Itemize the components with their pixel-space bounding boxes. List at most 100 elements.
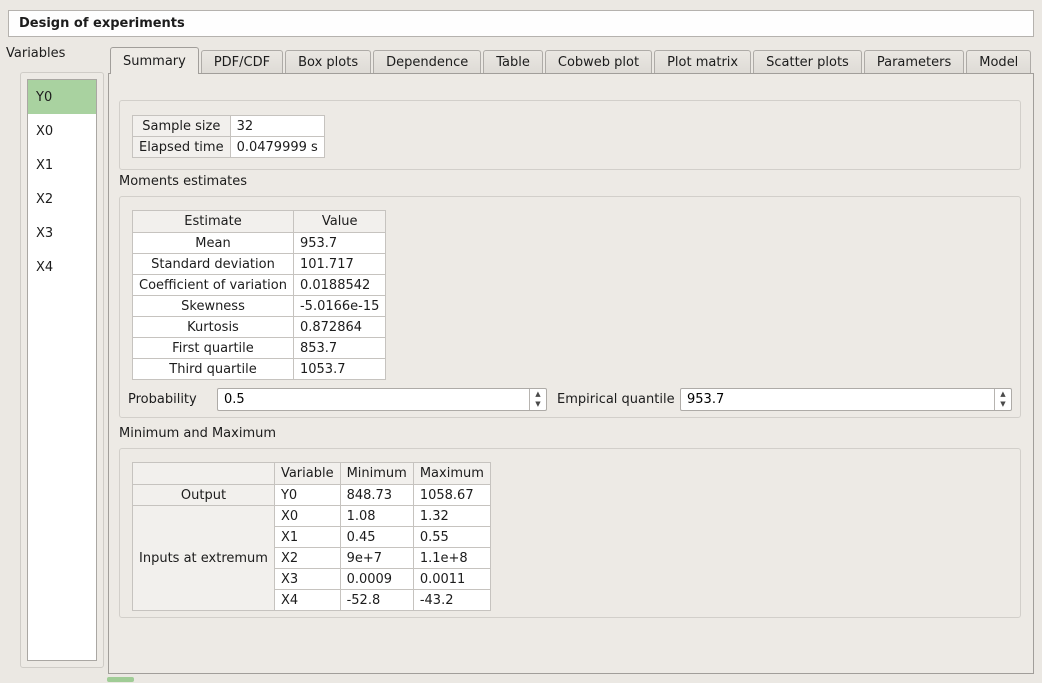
moment-value: 0.872864 [293,317,385,338]
minmax-min: -52.8 [340,590,413,611]
table-row: Coefficient of variation 0.0188542 [133,275,386,296]
run-info-table: Sample size 32 Elapsed time 0.0479999 s [132,115,325,158]
minmax-group-output: Output [133,485,275,506]
empirical-quantile-input[interactable] [681,389,994,410]
moment-value: -5.0166e-15 [293,296,385,317]
moment-name: Coefficient of variation [133,275,294,296]
minmax-header-minimum: Minimum [340,463,413,485]
variable-item-y0[interactable]: Y0 [28,80,96,114]
run-info-value: 32 [230,116,324,137]
minmax-table: Variable Minimum Maximum Output Y0 848.7… [132,462,491,611]
minmax-variable: Y0 [274,485,340,506]
moment-name: Standard deviation [133,254,294,275]
variable-item-x4[interactable]: X4 [28,250,96,284]
run-info-groupbox: Sample size 32 Elapsed time 0.0479999 s [119,100,1021,170]
variable-item-x1[interactable]: X1 [28,148,96,182]
moments-header-value: Value [293,211,385,233]
minmax-groupbox: Variable Minimum Maximum Output Y0 848.7… [119,448,1021,618]
variable-item-label: X0 [36,124,53,139]
table-header-row: Variable Minimum Maximum [133,463,491,485]
run-info-label: Sample size [133,116,231,137]
table-row: Skewness -5.0166e-15 [133,296,386,317]
tab-model[interactable]: Model [966,50,1031,73]
table-row: Mean 953.7 [133,233,386,254]
moments-header-estimate: Estimate [133,211,294,233]
moment-name: Kurtosis [133,317,294,338]
minmax-min: 1.08 [340,506,413,527]
moment-name: Third quartile [133,359,294,380]
minmax-variable: X1 [274,527,340,548]
empirical-quantile-spin-buttons: ▲ ▼ [994,389,1011,410]
moment-value: 1053.7 [293,359,385,380]
probability-spin-buttons: ▲ ▼ [529,389,546,410]
empirical-quantile-spinbox[interactable]: ▲ ▼ [680,388,1012,411]
minmax-section-label: Minimum and Maximum [119,426,276,441]
table-row: Kurtosis 0.872864 [133,317,386,338]
minmax-header-corner [133,463,275,485]
document-title-text: Design of experiments [19,16,185,31]
table-row: First quartile 853.7 [133,338,386,359]
tab-cobweb-plot[interactable]: Cobweb plot [545,50,652,73]
probability-label: Probability [128,388,197,411]
tab-box-plots[interactable]: Box plots [285,50,371,73]
moment-value: 853.7 [293,338,385,359]
variable-item-label: X4 [36,260,53,275]
probability-spinbox[interactable]: ▲ ▼ [217,388,547,411]
spin-down-icon: ▼ [1000,401,1005,408]
minmax-max: 1058.67 [413,485,490,506]
spin-up-button[interactable]: ▲ [995,389,1011,400]
summary-tab-panel: Sample size 32 Elapsed time 0.0479999 s … [108,73,1034,674]
run-info-label: Elapsed time [133,137,231,158]
probability-input[interactable] [218,389,529,410]
table-row: Third quartile 1053.7 [133,359,386,380]
tab-table[interactable]: Table [483,50,543,73]
spin-up-icon: ▲ [1000,391,1005,398]
table-row: Elapsed time 0.0479999 s [133,137,325,158]
empirical-quantile-label: Empirical quantile [557,388,675,411]
moment-name: Mean [133,233,294,254]
moment-value: 0.0188542 [293,275,385,296]
minmax-min: 0.45 [340,527,413,548]
variable-item-label: X2 [36,192,53,207]
minmax-max: -43.2 [413,590,490,611]
variable-item-x0[interactable]: X0 [28,114,96,148]
spin-down-button[interactable]: ▼ [530,400,546,411]
minmax-variable: X2 [274,548,340,569]
tab-pdf-cdf[interactable]: PDF/CDF [201,50,283,73]
spin-up-button[interactable]: ▲ [530,389,546,400]
tab-summary[interactable]: Summary [110,47,199,74]
minmax-header-maximum: Maximum [413,463,490,485]
tab-parameters[interactable]: Parameters [864,50,964,73]
variables-list[interactable]: Y0 X0 X1 X2 X3 X4 [27,79,97,661]
spin-down-icon: ▼ [535,401,540,408]
moment-value: 953.7 [293,233,385,254]
variable-item-label: Y0 [36,90,52,105]
variables-label: Variables [6,46,65,61]
minmax-header-variable: Variable [274,463,340,485]
moment-name: Skewness [133,296,294,317]
minmax-variable: X3 [274,569,340,590]
spin-up-icon: ▲ [535,391,540,398]
minmax-variable: X4 [274,590,340,611]
variable-item-label: X3 [36,226,53,241]
tab-dependence[interactable]: Dependence [373,50,481,73]
minmax-max: 0.55 [413,527,490,548]
variable-item-x2[interactable]: X2 [28,182,96,216]
tab-plot-matrix[interactable]: Plot matrix [654,50,751,73]
moment-name: First quartile [133,338,294,359]
moments-table: Estimate Value Mean 953.7 Standard devia… [132,210,386,380]
minmax-group-inputs: Inputs at extremum [133,506,275,611]
tab-scatter-plots[interactable]: Scatter plots [753,50,862,73]
hscroll-thumb[interactable] [107,677,134,682]
minmax-variable: X0 [274,506,340,527]
table-header-row: Estimate Value [133,211,386,233]
variable-item-label: X1 [36,158,53,173]
spin-down-button[interactable]: ▼ [995,400,1011,411]
table-row: Output Y0 848.73 1058.67 [133,485,491,506]
table-row: Standard deviation 101.717 [133,254,386,275]
minmax-min: 0.0009 [340,569,413,590]
moments-section-label: Moments estimates [119,174,247,189]
minmax-max: 1.1e+8 [413,548,490,569]
minmax-min: 9e+7 [340,548,413,569]
variable-item-x3[interactable]: X3 [28,216,96,250]
